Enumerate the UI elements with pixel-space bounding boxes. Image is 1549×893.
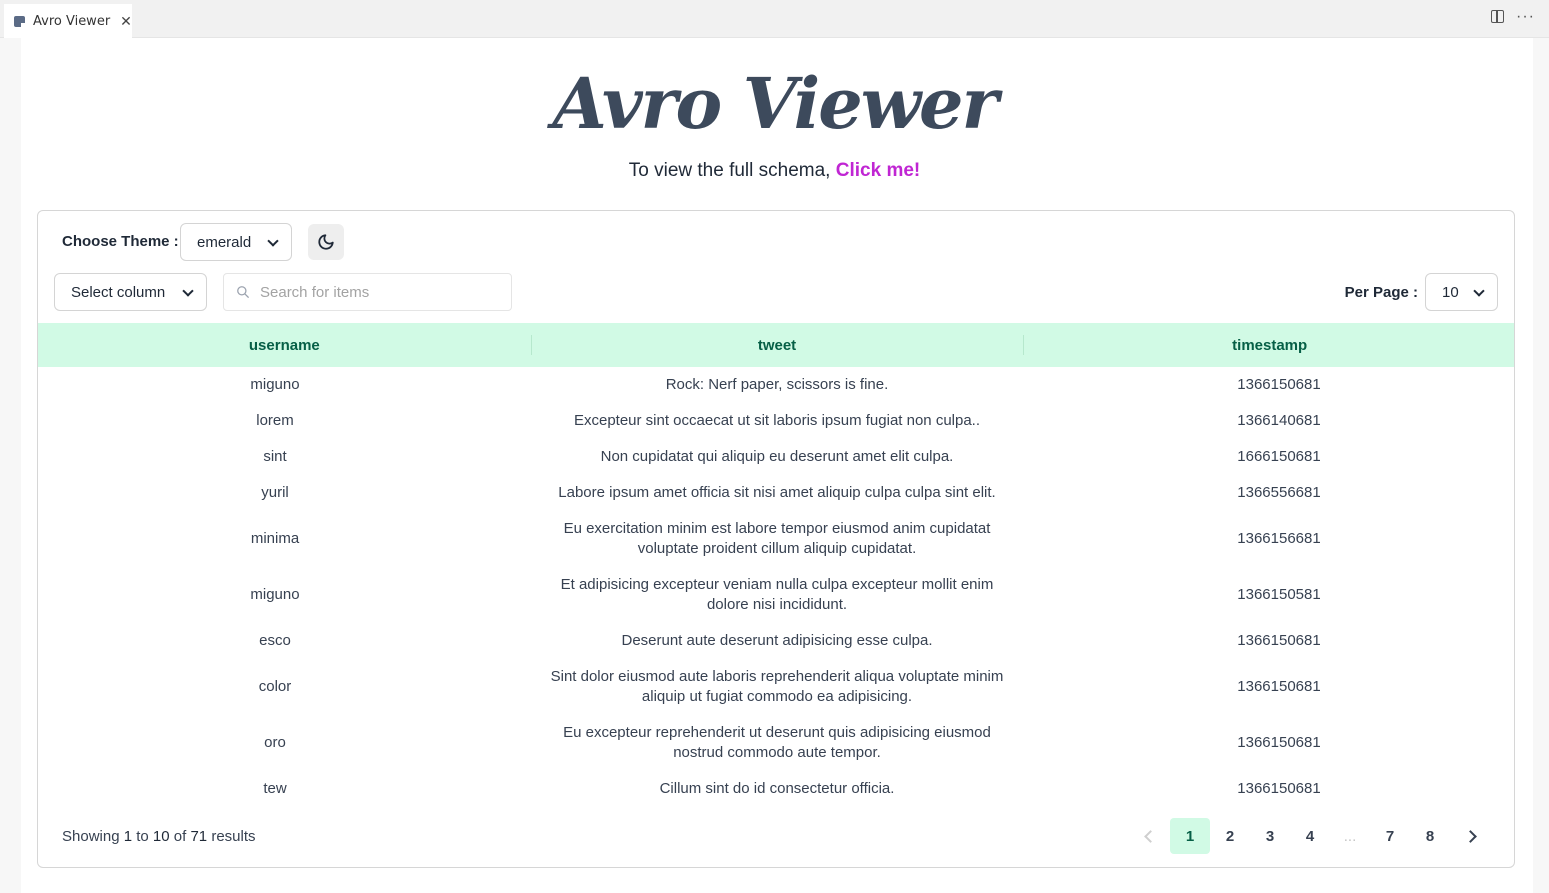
results-to: 10 (152, 828, 170, 845)
theme-select[interactable]: emerald (180, 223, 292, 261)
table-row: tew Cillum sint do id consectetur offici… (38, 771, 1514, 807)
cell-timestamp: 1366150681 (1237, 376, 1321, 393)
tab-title: Avro Viewer (33, 13, 111, 29)
table-row: yuril Labore ipsum amet officia sit nisi… (38, 475, 1514, 511)
theme-select-value: emerald (197, 233, 252, 251)
table-row: lorem Excepteur sint occaecat ut sit lab… (38, 403, 1514, 439)
cell-username: miguno (250, 376, 300, 393)
cell-username: tew (263, 780, 287, 797)
search-icon (237, 286, 249, 298)
results-word: results (211, 828, 256, 845)
cell-username: color (258, 678, 292, 695)
table-body: miguno Rock: Nerf paper, scissors is fin… (38, 367, 1514, 807)
table-header: username tweet timestamp (38, 323, 1514, 367)
of-word: of (173, 828, 187, 845)
dark-mode-toggle[interactable] (308, 224, 344, 260)
cell-tweet: Sint dolor eiusmod aute laboris reprehen… (550, 668, 1004, 705)
pagination: 1 2 3 4 ... 7 8 (1130, 818, 1490, 854)
cell-tweet: Non cupidatat qui aliquip eu deserunt am… (600, 448, 954, 465)
split-editor-icon[interactable] (1491, 10, 1505, 23)
search-box[interactable] (223, 273, 512, 311)
table-row: miguno Rock: Nerf paper, scissors is fin… (38, 367, 1514, 403)
cell-tweet: Eu exercitation minim est labore tempor … (563, 520, 991, 557)
cell-timestamp: 1366150681 (1237, 780, 1321, 797)
table-row: color Sint dolor eiusmod aute laboris re… (38, 659, 1514, 715)
prev-page-button[interactable] (1130, 818, 1170, 854)
cell-tweet: Cillum sint do id consectetur officia. (659, 780, 895, 797)
cell-timestamp: 1366150681 (1237, 632, 1321, 649)
cell-timestamp: 1366156681 (1237, 530, 1321, 547)
page-button-8[interactable]: 8 (1410, 818, 1450, 854)
cell-username: lorem (256, 412, 294, 429)
page-button-3[interactable]: 3 (1250, 818, 1290, 854)
next-page-button[interactable] (1450, 818, 1490, 854)
page-button-1[interactable]: 1 (1170, 818, 1210, 854)
page-button-7[interactable]: 7 (1370, 818, 1410, 854)
cell-tweet: Labore ipsum amet officia sit nisi amet … (558, 484, 996, 501)
per-page-select[interactable]: 10 (1425, 273, 1498, 311)
close-icon[interactable]: ✕ (120, 13, 132, 30)
page-ellipsis: ... (1343, 827, 1357, 845)
chevron-down-icon (1473, 285, 1485, 297)
chevron-right-icon (1463, 829, 1477, 843)
page-button-4[interactable]: 4 (1290, 818, 1330, 854)
column-select[interactable]: Select column (54, 273, 207, 311)
chevron-down-icon (267, 235, 279, 247)
more-actions-icon[interactable]: ··· (1516, 8, 1535, 24)
cell-username: yuril (261, 484, 289, 501)
results-summary: Showing 1 to 10 of 71 results (62, 828, 256, 845)
cell-tweet: Eu excepteur reprehenderit ut deserunt q… (563, 724, 991, 761)
results-from: 1 (123, 828, 133, 845)
cell-username: minima (250, 530, 300, 547)
cell-tweet: Deserunt aute deserunt adipisicing esse … (621, 632, 933, 649)
cell-timestamp: 1366150681 (1237, 678, 1321, 695)
per-page-label: Per Page : (1344, 284, 1418, 301)
subtitle-text: To view the full schema, (628, 160, 836, 181)
chevron-left-icon (1143, 829, 1157, 843)
per-page-value: 10 (1442, 283, 1459, 301)
tab-actions: ··· (1491, 8, 1535, 24)
table-row: oro Eu excepteur reprehenderit ut deseru… (38, 715, 1514, 771)
tab-bar: Avro Viewer ✕ ··· (0, 0, 1549, 38)
cell-tweet: Excepteur sint occaecat ut sit laboris i… (573, 412, 981, 429)
table-row: minima Eu exercitation minim est labore … (38, 511, 1514, 567)
table-row: esco Deserunt aute deserunt adipisicing … (38, 623, 1514, 659)
cell-username: oro (264, 734, 286, 751)
cell-username: miguno (250, 586, 300, 603)
column-header-timestamp[interactable]: timestamp (1023, 323, 1514, 367)
view-schema-link[interactable]: Click me! (836, 160, 920, 181)
cell-timestamp: 1366556681 (1237, 484, 1321, 501)
table-row: sint Non cupidatat qui aliquip eu deseru… (38, 439, 1514, 475)
cell-timestamp: 1366150581 (1237, 586, 1321, 603)
column-select-value: Select column (71, 283, 166, 301)
table-row: miguno Et adipisicing excepteur veniam n… (38, 567, 1514, 623)
cell-username: esco (259, 632, 291, 649)
data-table-card: Choose Theme : emerald Select column Per… (37, 210, 1515, 868)
results-total: 71 (190, 828, 208, 845)
page-title: Avro Viewer (552, 62, 999, 145)
cell-timestamp: 1366140681 (1237, 412, 1321, 429)
search-input[interactable] (260, 283, 500, 301)
chevron-down-icon (182, 285, 194, 297)
to-word: to (136, 828, 149, 845)
page-button-2[interactable]: 2 (1210, 818, 1250, 854)
theme-label: Choose Theme : (62, 233, 179, 250)
cell-timestamp: 1666150681 (1237, 448, 1321, 465)
file-icon (14, 15, 26, 28)
moon-icon (318, 234, 334, 250)
page-subtitle: To view the full schema, Click me! (0, 160, 1549, 182)
column-header-tweet[interactable]: tweet (530, 323, 1024, 367)
cell-username: sint (263, 448, 287, 465)
cell-tweet: Rock: Nerf paper, scissors is fine. (665, 376, 889, 393)
cell-timestamp: 1366150681 (1237, 734, 1321, 751)
cell-tweet: Et adipisicing excepteur veniam nulla cu… (560, 576, 994, 613)
showing-word: Showing (62, 828, 120, 845)
column-header-username[interactable]: username (38, 323, 531, 367)
tab-avro-viewer[interactable]: Avro Viewer ✕ (4, 4, 132, 38)
